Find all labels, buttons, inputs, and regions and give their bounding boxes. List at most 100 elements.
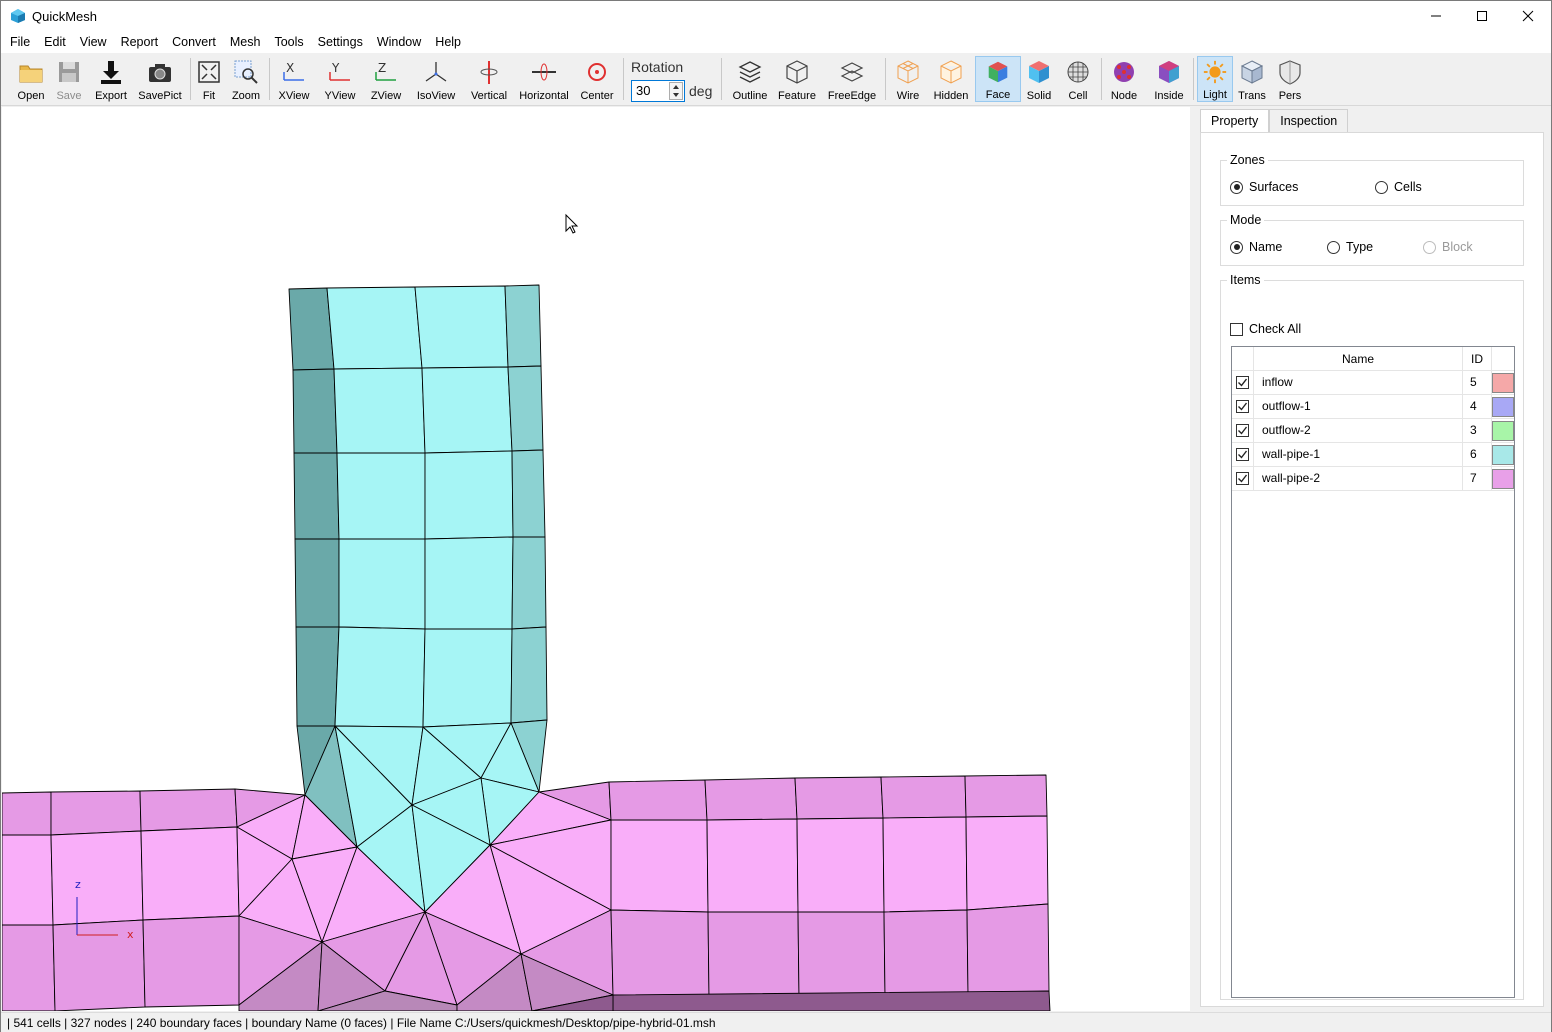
mesh-face xyxy=(966,903,1050,996)
table-row[interactable]: outflow-1 4 xyxy=(1232,395,1514,419)
mesh-viewport[interactable]: z x xyxy=(2,107,1190,1011)
row-checkbox[interactable] xyxy=(1232,395,1254,418)
column-header-name[interactable]: Name xyxy=(1254,347,1463,371)
svg-text:Y: Y xyxy=(331,61,340,75)
export-button[interactable]: Export xyxy=(91,56,131,102)
zone-color-swatch[interactable] xyxy=(1492,421,1514,441)
status-bar: | 541 cells | 327 nodes | 240 boundary f… xyxy=(1,1012,1551,1032)
menu-help[interactable]: Help xyxy=(428,31,468,53)
type-radio[interactable]: Type xyxy=(1327,240,1373,254)
horizontal-rotate-button[interactable]: Horizontal xyxy=(517,56,571,102)
freeedge-button[interactable]: FreeEdge xyxy=(825,56,879,102)
column-header-id[interactable]: ID xyxy=(1463,347,1492,371)
x-axis-view-icon: X xyxy=(283,61,304,81)
mesh-face xyxy=(612,990,1051,1011)
menu-settings[interactable]: Settings xyxy=(311,31,370,53)
face-button[interactable]: Face xyxy=(975,56,1021,102)
panel-splitter[interactable] xyxy=(1190,107,1200,1011)
mesh-face xyxy=(424,536,514,630)
row-checkbox[interactable] xyxy=(1232,443,1254,466)
cell-grid-sphere-icon xyxy=(1067,61,1089,83)
xview-button[interactable]: X XView xyxy=(275,56,313,102)
light-button[interactable]: Light xyxy=(1197,56,1233,102)
perspective-shield-icon xyxy=(1279,60,1301,85)
outline-layers-icon xyxy=(738,61,762,83)
mesh-face xyxy=(510,626,548,724)
mesh-face xyxy=(797,911,886,1000)
pers-button[interactable]: Pers xyxy=(1273,56,1307,102)
maximize-icon xyxy=(1477,11,1487,21)
mesh-face xyxy=(2,924,56,1011)
hidden-button[interactable]: Hidden xyxy=(931,56,971,102)
menu-report[interactable]: Report xyxy=(114,31,166,53)
mesh-face xyxy=(336,452,426,540)
vertical-rotate-button[interactable]: Vertical xyxy=(467,56,511,102)
center-button[interactable]: Center xyxy=(577,56,617,102)
menu-convert[interactable]: Convert xyxy=(165,31,223,53)
rotation-unit: deg xyxy=(689,83,713,99)
cells-radio[interactable]: Cells xyxy=(1375,180,1422,194)
minimize-button[interactable] xyxy=(1413,1,1459,31)
tab-property[interactable]: Property xyxy=(1200,109,1270,134)
trans-button[interactable]: Trans xyxy=(1235,56,1269,102)
property-panel: Property Inspection Zones Surfaces Cells… xyxy=(1200,109,1546,1007)
isoview-button[interactable]: IsoView xyxy=(413,56,459,102)
name-radio[interactable]: Name xyxy=(1230,240,1282,254)
mesh-face xyxy=(142,915,240,1008)
cell-button[interactable]: Cell xyxy=(1063,56,1093,102)
inside-button[interactable]: Inside xyxy=(1149,56,1189,102)
fit-button[interactable]: Fit xyxy=(195,56,223,102)
checkmark-icon xyxy=(1236,448,1249,461)
face-cube-icon xyxy=(988,61,1008,83)
node-button[interactable]: Node xyxy=(1107,56,1141,102)
zones-group: Zones Surfaces Cells xyxy=(1220,153,1524,206)
table-row[interactable]: inflow 5 xyxy=(1232,371,1514,395)
savepict-button[interactable]: SavePict xyxy=(135,56,185,102)
feature-button[interactable]: Feature xyxy=(775,56,819,102)
close-button[interactable] xyxy=(1505,1,1551,31)
mesh-face xyxy=(288,287,335,371)
menu-tools[interactable]: Tools xyxy=(267,31,310,53)
menu-window[interactable]: Window xyxy=(370,31,428,53)
zone-color-swatch[interactable] xyxy=(1492,373,1514,393)
row-checkbox[interactable] xyxy=(1232,371,1254,394)
row-checkbox[interactable] xyxy=(1232,467,1254,490)
items-table: Name ID inflow 5 outflow-1 4 outflow-2 3 wall-… xyxy=(1231,346,1515,998)
outline-button[interactable]: Outline xyxy=(729,56,771,102)
mesh-face xyxy=(883,909,969,998)
menu-file[interactable]: File xyxy=(3,31,37,53)
zview-button[interactable]: Z ZView xyxy=(367,56,405,102)
zone-id: 7 xyxy=(1463,467,1492,490)
quickmesh-window: QuickMesh File Edit View Report Convert … xyxy=(0,0,1552,1032)
yview-button[interactable]: Y YView xyxy=(321,56,359,102)
checkmark-icon xyxy=(1236,400,1249,413)
wire-button[interactable]: Wire xyxy=(891,56,925,102)
table-row[interactable]: wall-pipe-2 7 xyxy=(1232,467,1514,491)
rotation-spinner[interactable] xyxy=(669,82,683,100)
maximize-button[interactable] xyxy=(1459,1,1505,31)
menu-mesh[interactable]: Mesh xyxy=(223,31,268,53)
vertical-rotation-icon xyxy=(480,61,498,84)
table-row[interactable]: outflow-2 3 xyxy=(1232,419,1514,443)
zone-color-swatch[interactable] xyxy=(1492,397,1514,417)
solid-button[interactable]: Solid xyxy=(1023,56,1055,102)
check-all-checkbox[interactable]: Check All xyxy=(1230,322,1301,336)
isometric-view-icon xyxy=(425,62,447,82)
tab-inspection[interactable]: Inspection xyxy=(1269,109,1349,133)
block-radio[interactable]: Block xyxy=(1423,240,1473,254)
menu-view[interactable]: View xyxy=(73,31,114,53)
row-checkbox[interactable] xyxy=(1232,419,1254,442)
zones-title: Zones xyxy=(1227,153,1268,167)
mouse-cursor-icon xyxy=(565,213,579,234)
surfaces-radio[interactable]: Surfaces xyxy=(1230,180,1298,194)
table-row[interactable]: wall-pipe-1 6 xyxy=(1232,443,1514,467)
folder-icon xyxy=(19,65,43,83)
zone-color-swatch[interactable] xyxy=(1492,445,1514,465)
open-button[interactable]: Open xyxy=(11,56,51,102)
zoom-button[interactable]: Zoom xyxy=(229,56,263,102)
save-button[interactable]: Save xyxy=(51,56,87,102)
zone-color-swatch[interactable] xyxy=(1492,469,1514,489)
menu-edit[interactable]: Edit xyxy=(37,31,73,53)
zone-name: wall-pipe-1 xyxy=(1254,443,1463,466)
checkmark-icon xyxy=(1236,424,1249,437)
